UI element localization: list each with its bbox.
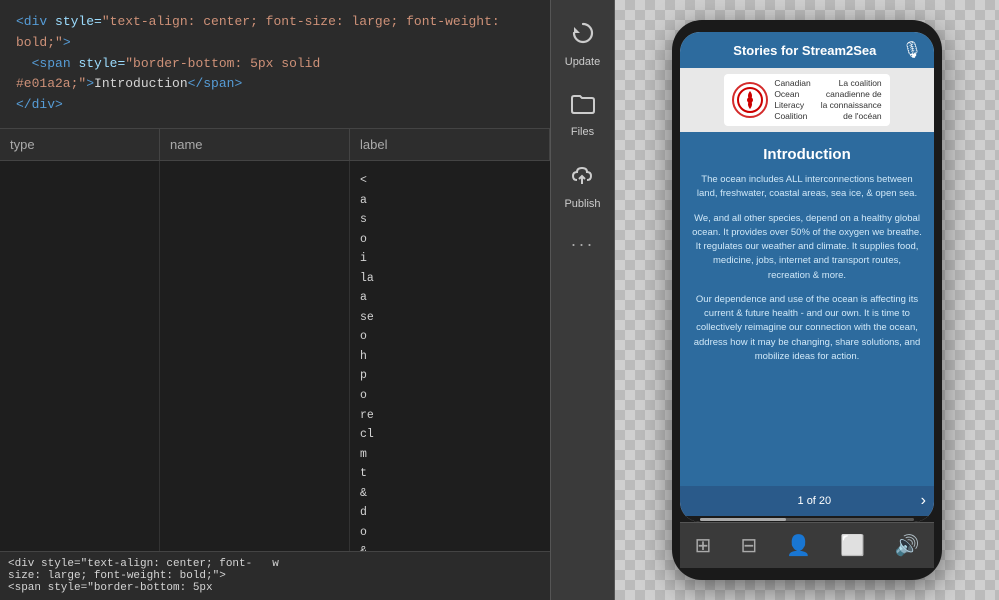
bottom-bar-icon-user[interactable]: 👤: [786, 533, 811, 558]
logo-text-en: Canadian Ocean Literacy Coalition: [774, 78, 810, 122]
bottom-bar-icon-audio[interactable]: 🔊: [894, 533, 919, 558]
code-overflow-line: &: [360, 542, 540, 551]
label-col-code: < a s o i la a se o h p o re cl m t &: [350, 161, 550, 551]
phone-logo-bar: Canadian Ocean Literacy Coalition La coa…: [680, 68, 934, 132]
intro-title: Introduction: [692, 146, 922, 163]
intro-paragraph-1: The ocean includes ALL interconnections …: [692, 173, 922, 202]
sidebar-item-files[interactable]: Files: [551, 82, 614, 148]
bottom-bar-icon-card[interactable]: ⬜: [840, 533, 865, 558]
microphone-icon[interactable]: 🎙: [902, 40, 922, 60]
update-label: Update: [565, 56, 600, 68]
app-bottom-bar: ⊞ ⊟ 👤 ⬜ 🔊: [680, 522, 934, 568]
table-body: < a s o i la a se o h p o re cl m t &: [0, 161, 550, 551]
overflow-code-block: < a s o i la a se o h p o re cl m t &: [352, 165, 548, 551]
code-overflow-line: o: [360, 327, 540, 347]
code-overflow-line: se: [360, 308, 540, 328]
phone-preview-panel: Stories for Stream2Sea 🎙: [615, 0, 999, 600]
code-line-2: <span style="border-bottom: 5px solid #e…: [16, 54, 534, 96]
organization-logo: [732, 82, 768, 118]
bottom-snippet-right: w: [272, 558, 279, 594]
type-col-empty: [0, 161, 160, 551]
name-col-empty: [160, 161, 350, 551]
code-overflow-line: re: [360, 406, 540, 426]
code-overflow-line: p: [360, 366, 540, 386]
code-overflow-line: a: [360, 288, 540, 308]
phone-top-bar: Stories for Stream2Sea 🎙: [680, 32, 934, 68]
code-overflow-line: i: [360, 249, 540, 269]
phone-nav-bar: 1 of 20 ›: [680, 486, 934, 516]
code-overflow-line: <: [360, 171, 540, 191]
code-overflow-line: h: [360, 347, 540, 367]
code-line-3: </div>: [16, 95, 534, 116]
files-label: Files: [571, 126, 594, 138]
code-overflow-line: o: [360, 230, 540, 250]
code-overflow-line: t: [360, 464, 540, 484]
intro-paragraph-2: We, and all other species, depend on a h…: [692, 212, 922, 283]
phone-frame: Stories for Stream2Sea 🎙: [672, 20, 942, 580]
code-overflow-line: o: [360, 386, 540, 406]
bottom-snippet-left: <div style="text-align: center; font- si…: [8, 558, 252, 594]
code-overflow-line: a: [360, 191, 540, 211]
col-header-name: name: [160, 129, 350, 160]
code-line-1: <div style="text-align: center; font-siz…: [16, 12, 534, 54]
code-overflow-line: d: [360, 503, 540, 523]
bottom-code-area: <div style="text-align: center; font- si…: [0, 551, 550, 600]
phone-screen: Stories for Stream2Sea 🎙: [680, 32, 934, 522]
phone-main-content: Introduction The ocean includes ALL inte…: [680, 132, 934, 486]
col-header-type: type: [0, 129, 160, 160]
table-content-row: < a s o i la a se o h p o re cl m t &: [0, 161, 550, 551]
col-header-label: label: [350, 129, 550, 160]
code-overflow-line: o: [360, 523, 540, 543]
code-editor-top: <div style="text-align: center; font-siz…: [0, 0, 550, 129]
code-overflow-line: &: [360, 484, 540, 504]
sidebar: Update Files Publish ···: [550, 0, 615, 600]
scroll-thumb: [700, 518, 786, 521]
logo-container: Canadian Ocean Literacy Coalition La coa…: [724, 74, 889, 126]
table-header: type name label: [0, 129, 550, 161]
phone-app-title: Stories for Stream2Sea: [708, 43, 902, 58]
code-overflow-line: cl: [360, 425, 540, 445]
sidebar-more-dots[interactable]: ···: [571, 234, 595, 255]
code-editor-panel: <div style="text-align: center; font-siz…: [0, 0, 550, 600]
code-overflow-line: m: [360, 445, 540, 465]
sidebar-item-update[interactable]: Update: [551, 10, 614, 78]
next-page-arrow[interactable]: ›: [921, 492, 926, 510]
page-indicator: 1 of 20: [708, 495, 921, 507]
update-icon: [570, 20, 596, 52]
code-overflow-line: la: [360, 269, 540, 289]
intro-paragraph-3: Our dependence and use of the ocean is a…: [692, 293, 922, 364]
logo-text-block: Canadian Ocean Literacy Coalition La coa…: [774, 78, 881, 122]
publish-label: Publish: [564, 198, 600, 210]
logo-text-fr: La coalition canadienne de la connaissan…: [821, 78, 882, 122]
bottom-bar-icon-grid[interactable]: ⊞: [695, 533, 712, 558]
scroll-track: [700, 518, 914, 521]
sidebar-item-publish[interactable]: Publish: [551, 152, 614, 220]
files-icon: [570, 92, 596, 122]
publish-icon: [569, 162, 597, 194]
bottom-bar-icon-list[interactable]: ⊟: [740, 533, 757, 558]
code-overflow-line: s: [360, 210, 540, 230]
